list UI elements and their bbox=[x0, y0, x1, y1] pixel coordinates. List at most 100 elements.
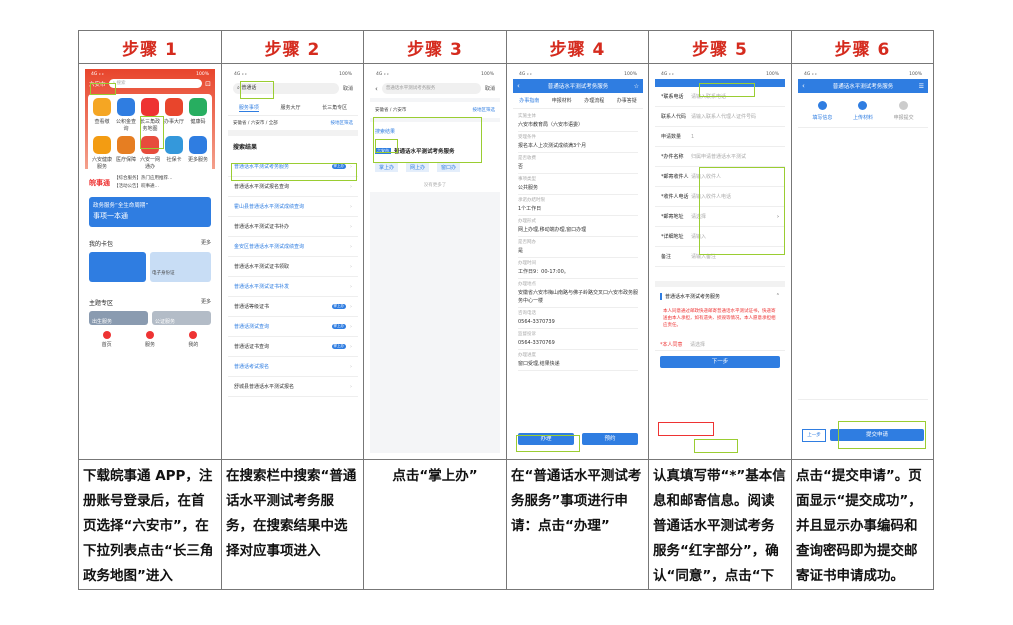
form-field[interactable]: *办件名称 归属申请普通话水平测试 bbox=[655, 147, 785, 167]
step-header-6: 步骤 6 bbox=[834, 39, 891, 60]
service-tile[interactable]: 社保卡 bbox=[162, 136, 186, 170]
search-result-item[interactable]: 普通话证书查询 掌上办 › bbox=[228, 337, 358, 357]
search-input[interactable]: 普通话水平测试考务服务 bbox=[381, 83, 481, 94]
step-desc-2: 在搜索栏中搜索“普通话水平测试考务服务，在搜索结果中选择对应事项进入 bbox=[226, 468, 357, 559]
service-icon bbox=[93, 136, 111, 154]
tab-halls[interactable]: 服务大厅 bbox=[280, 104, 300, 112]
guide-field: 是否网办是 bbox=[518, 237, 638, 258]
service-tile[interactable]: 办事大厅 bbox=[162, 98, 186, 132]
search-result-item[interactable]: 普通话等级证书 掌上办 › bbox=[228, 297, 358, 317]
guide-field: 承诺办结时限 1个工作日 bbox=[518, 195, 638, 216]
back-icon[interactable]: ‹ bbox=[802, 82, 805, 90]
next-button[interactable]: 下一步 bbox=[660, 356, 780, 368]
scan-icon[interactable]: ⊡ bbox=[205, 80, 211, 88]
collapse-icon[interactable]: ⌃ bbox=[776, 293, 780, 300]
step-header-3: 步骤 3 bbox=[364, 31, 507, 63]
tab-faq[interactable]: 办事答疑 bbox=[617, 97, 637, 104]
chevron-right-icon: › bbox=[350, 183, 352, 190]
guide-field: 监督投诉 0564-3370769 bbox=[518, 329, 638, 350]
search-result-item[interactable]: 普通话水平测试证书补办 › bbox=[228, 217, 358, 237]
service-tile[interactable]: 六安健康服务 bbox=[90, 136, 114, 170]
guide-field: 办理时间 工作日9：00-17:00。 bbox=[518, 258, 638, 279]
cancel-button[interactable]: 取消 bbox=[485, 85, 495, 92]
description-row: 下载皖事通 APP，注册账号登录后，在首页选择“六安市”，在下拉列表点击“长三角… bbox=[79, 460, 933, 590]
mobile-badge: 掌上办 bbox=[331, 344, 346, 349]
guide-field: 是否收费否 bbox=[518, 153, 638, 174]
result-label: 普通话水平测试证书领取 bbox=[234, 264, 290, 270]
service-tile[interactable]: 公积金查询 bbox=[114, 98, 138, 132]
result-label: 金安区普通话水平测试成绩查询 bbox=[234, 244, 305, 250]
nav-home[interactable]: 首页 bbox=[102, 331, 112, 348]
online-handle-button[interactable]: 网上办 bbox=[406, 163, 430, 172]
result-label: 普通话证书查询 bbox=[234, 344, 270, 350]
service-icon bbox=[117, 136, 135, 154]
nav-service[interactable]: 服务 bbox=[145, 331, 155, 348]
screenshot-cell-3: 4G ᵢₗ ᵢₗ 100% ‹ 普通话水平测试考务服务 取消 安徽省 / 六安市按… bbox=[364, 63, 507, 459]
search-input[interactable]: ⌕ 搜索 bbox=[108, 79, 203, 88]
window-handle-button[interactable]: 窗口办 bbox=[437, 163, 461, 172]
result-label: 普通话等级证书 bbox=[234, 304, 270, 310]
service-icon bbox=[117, 98, 135, 116]
mobile-badge: 掌上办 bbox=[331, 304, 346, 309]
cancel-button[interactable]: 取消 bbox=[343, 85, 353, 92]
menu-icon[interactable]: ☰ bbox=[919, 83, 924, 90]
guide-field: 办理形式 网上办理,移动端办理,窗口办理 bbox=[518, 216, 638, 237]
result-label: 普通话水平测试报名查询 bbox=[234, 184, 290, 190]
service-tile[interactable]: 健康码 bbox=[186, 98, 210, 132]
tab-yangtze[interactable]: 长三角专区 bbox=[322, 104, 347, 112]
form-field[interactable]: 申请数量 1 bbox=[655, 127, 785, 147]
step-desc-3: 点击“掌上办” bbox=[392, 468, 478, 484]
mobile-handle-button[interactable]: 掌上办 bbox=[375, 163, 399, 172]
search-result-item[interactable]: 普通话水平测试证书补发 › bbox=[228, 277, 358, 297]
step-header-4: 步骤 4 bbox=[507, 31, 649, 63]
search-result-item[interactable]: 普通话测试查询 掌上办 › bbox=[228, 317, 358, 337]
appointment-button[interactable]: 预约 bbox=[582, 433, 638, 445]
agree-select[interactable]: 请选择 bbox=[690, 341, 705, 348]
search-result-item[interactable]: 普通话水平测试证书领取 › bbox=[228, 257, 358, 277]
promo-banner[interactable]: 政务服务“全生命周期” 事项一本通 bbox=[89, 197, 211, 227]
tab-materials[interactable]: 申报材料 bbox=[552, 97, 572, 104]
search-result-item[interactable]: 普通话考试报名 › bbox=[228, 357, 358, 377]
chevron-right-icon: › bbox=[350, 263, 352, 270]
tab-guide[interactable]: 办事指南 bbox=[519, 97, 539, 104]
phone-home: 4G ᵢₗ ᵢₗ 100% 六安市 ⌕ 搜索 ⊡ 查看缴 公积金查询 长三角政务地… bbox=[85, 69, 215, 453]
tab-services[interactable]: 服务事项 bbox=[238, 104, 259, 112]
screenshot-cell-4: 4G ᵢₗ ᵢₗ 100% ‹ 普通话水平测试考务服务 ☆ 办事指南 申报材料 办理流… bbox=[507, 63, 649, 459]
service-tile[interactable]: 医疗保障 bbox=[114, 136, 138, 170]
chevron-right-icon: › bbox=[350, 203, 352, 210]
screenshot-cell-5: 4G ᵢₗ ᵢₗ 100% *联系电话 请输入联系电话 联系人代码 请输入联系人代理人证… bbox=[649, 63, 792, 459]
progress-steps: 填写信息 上传材料 申报提交 bbox=[798, 93, 928, 128]
chevron-right-icon: › bbox=[350, 363, 352, 370]
step-desc-4: 在“普通话水平测试考务服务”事项进行申请：点击“办理” bbox=[511, 468, 642, 534]
screenshot-row: 4G ᵢₗ ᵢₗ 100% 六安市 ⌕ 搜索 ⊡ 查看缴 公积金查询 长三角政务地… bbox=[79, 63, 933, 460]
chevron-right-icon: › bbox=[350, 323, 352, 330]
search-result-item[interactable]: 舒城县普通话水平测试报名 › bbox=[228, 377, 358, 397]
header-row: 步骤 1 步骤 2 步骤 3 步骤 4 步骤 5 步骤 6 bbox=[79, 31, 933, 64]
service-icon bbox=[189, 98, 207, 116]
back-icon[interactable]: ‹ bbox=[517, 82, 520, 90]
chevron-right-icon: › bbox=[350, 303, 352, 310]
service-tile[interactable]: 更多服务 bbox=[186, 136, 210, 170]
phone-search: 4G ᵢₗ ᵢₗ 100% ⌕ 普通话 取消 服务事项 服务大厅 长三角专区 安徽… bbox=[228, 69, 358, 453]
screenshot-cell-2: 4G ᵢₗ ᵢₗ 100% ⌕ 普通话 取消 服务事项 服务大厅 长三角专区 安徽… bbox=[222, 63, 364, 459]
guide-field: 事项类型 公共服务 bbox=[518, 174, 638, 195]
screenshot-cell-1: 4G ᵢₗ ᵢₗ 100% 六安市 ⌕ 搜索 ⊡ 查看缴 公积金查询 长三角政务地… bbox=[79, 63, 222, 459]
chevron-right-icon: › bbox=[350, 243, 352, 250]
phone-form: 4G ᵢₗ ᵢₗ 100% *联系电话 请输入联系电话 联系人代码 请输入联系人代理人证… bbox=[655, 69, 785, 453]
mobile-badge: 掌上办 bbox=[331, 324, 346, 329]
search-result-item[interactable]: 霍山县普通话水平测试成绩查询 › bbox=[228, 197, 358, 217]
screenshot-cell-6: 4G ᵢₗ ᵢₗ 100% ‹ 普通话水平测试考务服务 ☰ 填写信息 上传材料 申报提… bbox=[792, 63, 933, 459]
form-field[interactable]: 联系人代码 请输入联系人代理人证件号码 bbox=[655, 107, 785, 127]
search-result-item[interactable]: 金安区普通话水平测试成绩查询 › bbox=[228, 237, 358, 257]
nav-mine[interactable]: 我的 bbox=[188, 331, 198, 348]
result-label: 普通话水平测试证书补发 bbox=[234, 284, 290, 290]
tab-process[interactable]: 办理流程 bbox=[584, 97, 604, 104]
prev-button[interactable]: 上一步 bbox=[802, 429, 826, 442]
favorite-icon[interactable]: ☆ bbox=[634, 83, 639, 90]
back-icon[interactable]: ‹ bbox=[375, 85, 378, 93]
chevron-right-icon: › bbox=[350, 283, 352, 290]
step-desc-1: 下载皖事通 APP，注册账号登录后，在首页选择“六安市”，在下拉列表点击“长三角… bbox=[83, 468, 214, 584]
bottom-nav: 首页 服务 我的 bbox=[85, 325, 215, 348]
step-desc-5: 认真填写带“*”基本信息和邮寄信息。阅读普通话水平测试考务服务“红字部分”，确认… bbox=[653, 468, 786, 584]
service-tile[interactable]: 查看缴 bbox=[90, 98, 114, 132]
